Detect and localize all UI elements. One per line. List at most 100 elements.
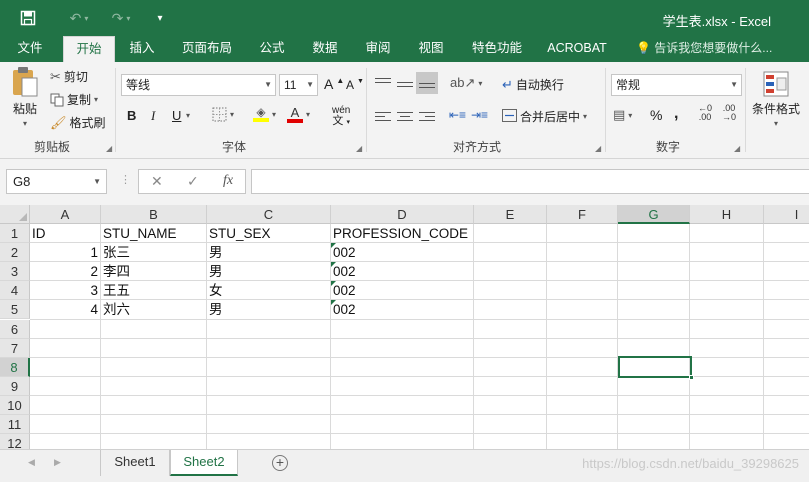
prev-sheet-icon[interactable]: ◀ bbox=[28, 457, 35, 468]
column-header-c[interactable]: C bbox=[207, 205, 331, 224]
row-header-11[interactable]: 11 bbox=[0, 415, 30, 435]
paste-dropdown-icon[interactable]: ▾ bbox=[23, 119, 27, 128]
row-header-2[interactable]: 2 bbox=[0, 243, 30, 263]
fill-color-button[interactable]: ◈ ▾ bbox=[253, 106, 276, 122]
clipboard-launcher-icon[interactable]: ◢ bbox=[106, 144, 112, 153]
data-cell[interactable]: 男 bbox=[207, 300, 331, 319]
paste-button[interactable]: 粘贴 ▾ bbox=[10, 66, 40, 128]
column-header-e[interactable]: E bbox=[474, 205, 547, 224]
row-header-10[interactable]: 10 bbox=[0, 395, 30, 415]
phonetic-guide-button[interactable]: wén 文 ▾ bbox=[332, 106, 350, 128]
percent-button[interactable]: % bbox=[650, 107, 662, 123]
save-icon[interactable] bbox=[18, 8, 38, 28]
align-top-button[interactable] bbox=[375, 75, 391, 90]
underline-dropdown-icon[interactable]: ▾ bbox=[186, 111, 190, 120]
number-format-combo[interactable]: 常规 ▼ bbox=[611, 74, 742, 96]
row-header-8[interactable]: 8 bbox=[0, 357, 30, 377]
data-cell[interactable]: 002 bbox=[331, 281, 474, 300]
column-header-h[interactable]: H bbox=[690, 205, 764, 224]
header-cell[interactable]: PROFESSION_CODE bbox=[331, 224, 474, 243]
data-cell[interactable]: 女 bbox=[207, 281, 331, 300]
data-cell[interactable]: 1 bbox=[30, 243, 101, 262]
undo-icon[interactable]: ↶ ▾ bbox=[62, 8, 96, 28]
column-header-a[interactable]: A bbox=[30, 205, 101, 224]
align-left-button[interactable] bbox=[375, 109, 391, 124]
italic-button[interactable]: I bbox=[151, 108, 155, 124]
copy-button[interactable]: 复制 ▾ bbox=[50, 91, 98, 108]
decrease-indent-button[interactable]: ⇤≡ bbox=[449, 108, 466, 122]
increase-decimal-button[interactable]: ←0.00 bbox=[698, 104, 712, 122]
align-right-button[interactable] bbox=[419, 109, 435, 124]
customize-icon[interactable]: ▾ bbox=[152, 8, 168, 28]
tab-page-layout[interactable]: 页面布局 bbox=[176, 36, 238, 62]
column-header-d[interactable]: D bbox=[331, 205, 474, 224]
row-header-9[interactable]: 9 bbox=[0, 376, 30, 396]
data-cell[interactable]: 李四 bbox=[101, 262, 207, 281]
increase-indent-button[interactable]: ⇥≡ bbox=[471, 108, 488, 122]
tell-me-box[interactable]: 💡 告诉我您想要做什么... bbox=[636, 36, 772, 62]
column-header-i[interactable]: I bbox=[764, 205, 809, 224]
tab-data[interactable]: 数据 bbox=[305, 36, 345, 62]
tab-home[interactable]: 开始 bbox=[63, 36, 115, 62]
drag-handle-icon[interactable]: ⋮ bbox=[120, 173, 131, 186]
comma-button[interactable]: , bbox=[674, 105, 678, 123]
cut-button[interactable]: ✂ 剪切 bbox=[50, 68, 88, 85]
select-all-button[interactable] bbox=[0, 205, 30, 224]
name-box[interactable]: G8 ▼ bbox=[6, 169, 107, 194]
row-header-3[interactable]: 3 bbox=[0, 262, 30, 282]
align-middle-button[interactable] bbox=[397, 75, 413, 90]
data-cell[interactable]: 2 bbox=[30, 262, 101, 281]
selected-cell[interactable] bbox=[618, 356, 694, 380]
tab-formulas[interactable]: 公式 bbox=[252, 36, 292, 62]
data-cell[interactable]: 4 bbox=[30, 300, 101, 319]
data-cell[interactable]: 002 bbox=[331, 262, 474, 281]
conditional-formatting-button[interactable]: 条件格式 ▾ bbox=[752, 70, 800, 128]
font-launcher-icon[interactable]: ◢ bbox=[356, 144, 362, 153]
tab-acrobat[interactable]: ACROBAT bbox=[544, 36, 610, 62]
merge-center-button[interactable]: 合并后居中 ▾ bbox=[502, 108, 587, 125]
underline-button[interactable]: U bbox=[172, 108, 181, 123]
accounting-format-button[interactable]: ▤ ▾ bbox=[613, 107, 632, 123]
add-sheet-icon[interactable]: + bbox=[272, 455, 288, 471]
formula-input[interactable] bbox=[251, 169, 809, 194]
sheet-tab-sheet1[interactable]: Sheet1 bbox=[100, 450, 170, 476]
insert-function-icon[interactable]: fx bbox=[223, 173, 233, 189]
column-header-b[interactable]: B bbox=[101, 205, 207, 224]
data-cell[interactable]: 张三 bbox=[101, 243, 207, 262]
orientation-button[interactable]: ab↗ ▾ bbox=[450, 75, 482, 91]
header-cell[interactable]: ID bbox=[30, 224, 101, 243]
align-center-button[interactable] bbox=[397, 109, 413, 124]
font-size-combo[interactable]: 11 ▼ bbox=[279, 74, 318, 96]
fill-handle[interactable] bbox=[689, 375, 694, 380]
header-cell[interactable]: STU_NAME bbox=[101, 224, 207, 243]
data-cell[interactable]: 3 bbox=[30, 281, 101, 300]
data-cell[interactable]: 男 bbox=[207, 243, 331, 262]
row-header-1[interactable]: 1 bbox=[0, 224, 30, 244]
number-launcher-icon[interactable]: ◢ bbox=[734, 144, 740, 153]
data-cell[interactable]: 002 bbox=[331, 243, 474, 262]
copy-dropdown-icon[interactable]: ▾ bbox=[94, 95, 98, 104]
shrink-font-button[interactable]: A ▼ bbox=[346, 78, 364, 93]
format-painter-button[interactable]: 🖌 格式刷 bbox=[50, 114, 106, 131]
alignment-launcher-icon[interactable]: ◢ bbox=[595, 144, 601, 153]
tab-insert[interactable]: 插入 bbox=[122, 36, 162, 62]
data-cell[interactable]: 王五 bbox=[101, 281, 207, 300]
bold-button[interactable]: B bbox=[127, 108, 136, 123]
redo-icon[interactable]: ↷ ▾ bbox=[104, 8, 138, 28]
data-cell[interactable]: 002 bbox=[331, 300, 474, 319]
wrap-text-button[interactable]: ↵ 自动换行 bbox=[502, 76, 564, 93]
row-header-12[interactable]: 12 bbox=[0, 434, 30, 449]
decrease-decimal-button[interactable]: .00 →0 bbox=[722, 104, 736, 122]
cancel-icon[interactable]: ✕ bbox=[151, 173, 163, 190]
font-color-button[interactable]: A ▾ bbox=[287, 106, 310, 123]
enter-icon[interactable]: ✓ bbox=[187, 173, 199, 190]
sheet-tab-sheet2[interactable]: Sheet2 bbox=[170, 450, 238, 476]
column-header-g[interactable]: G bbox=[618, 205, 690, 224]
tab-file[interactable]: 文件 bbox=[6, 36, 54, 62]
worksheet-grid[interactable]: A B C D E F G H I 1 2 3 4 5 6 7 8 9 10 11 12 ID STU_NAME STU_S… bbox=[0, 205, 809, 449]
align-bottom-button[interactable] bbox=[416, 72, 438, 94]
grow-font-button[interactable]: A ▲ bbox=[324, 76, 344, 93]
data-cell[interactable]: 刘六 bbox=[101, 300, 207, 319]
font-name-combo[interactable]: 等线 ▼ bbox=[121, 74, 276, 96]
row-header-7[interactable]: 7 bbox=[0, 338, 30, 358]
